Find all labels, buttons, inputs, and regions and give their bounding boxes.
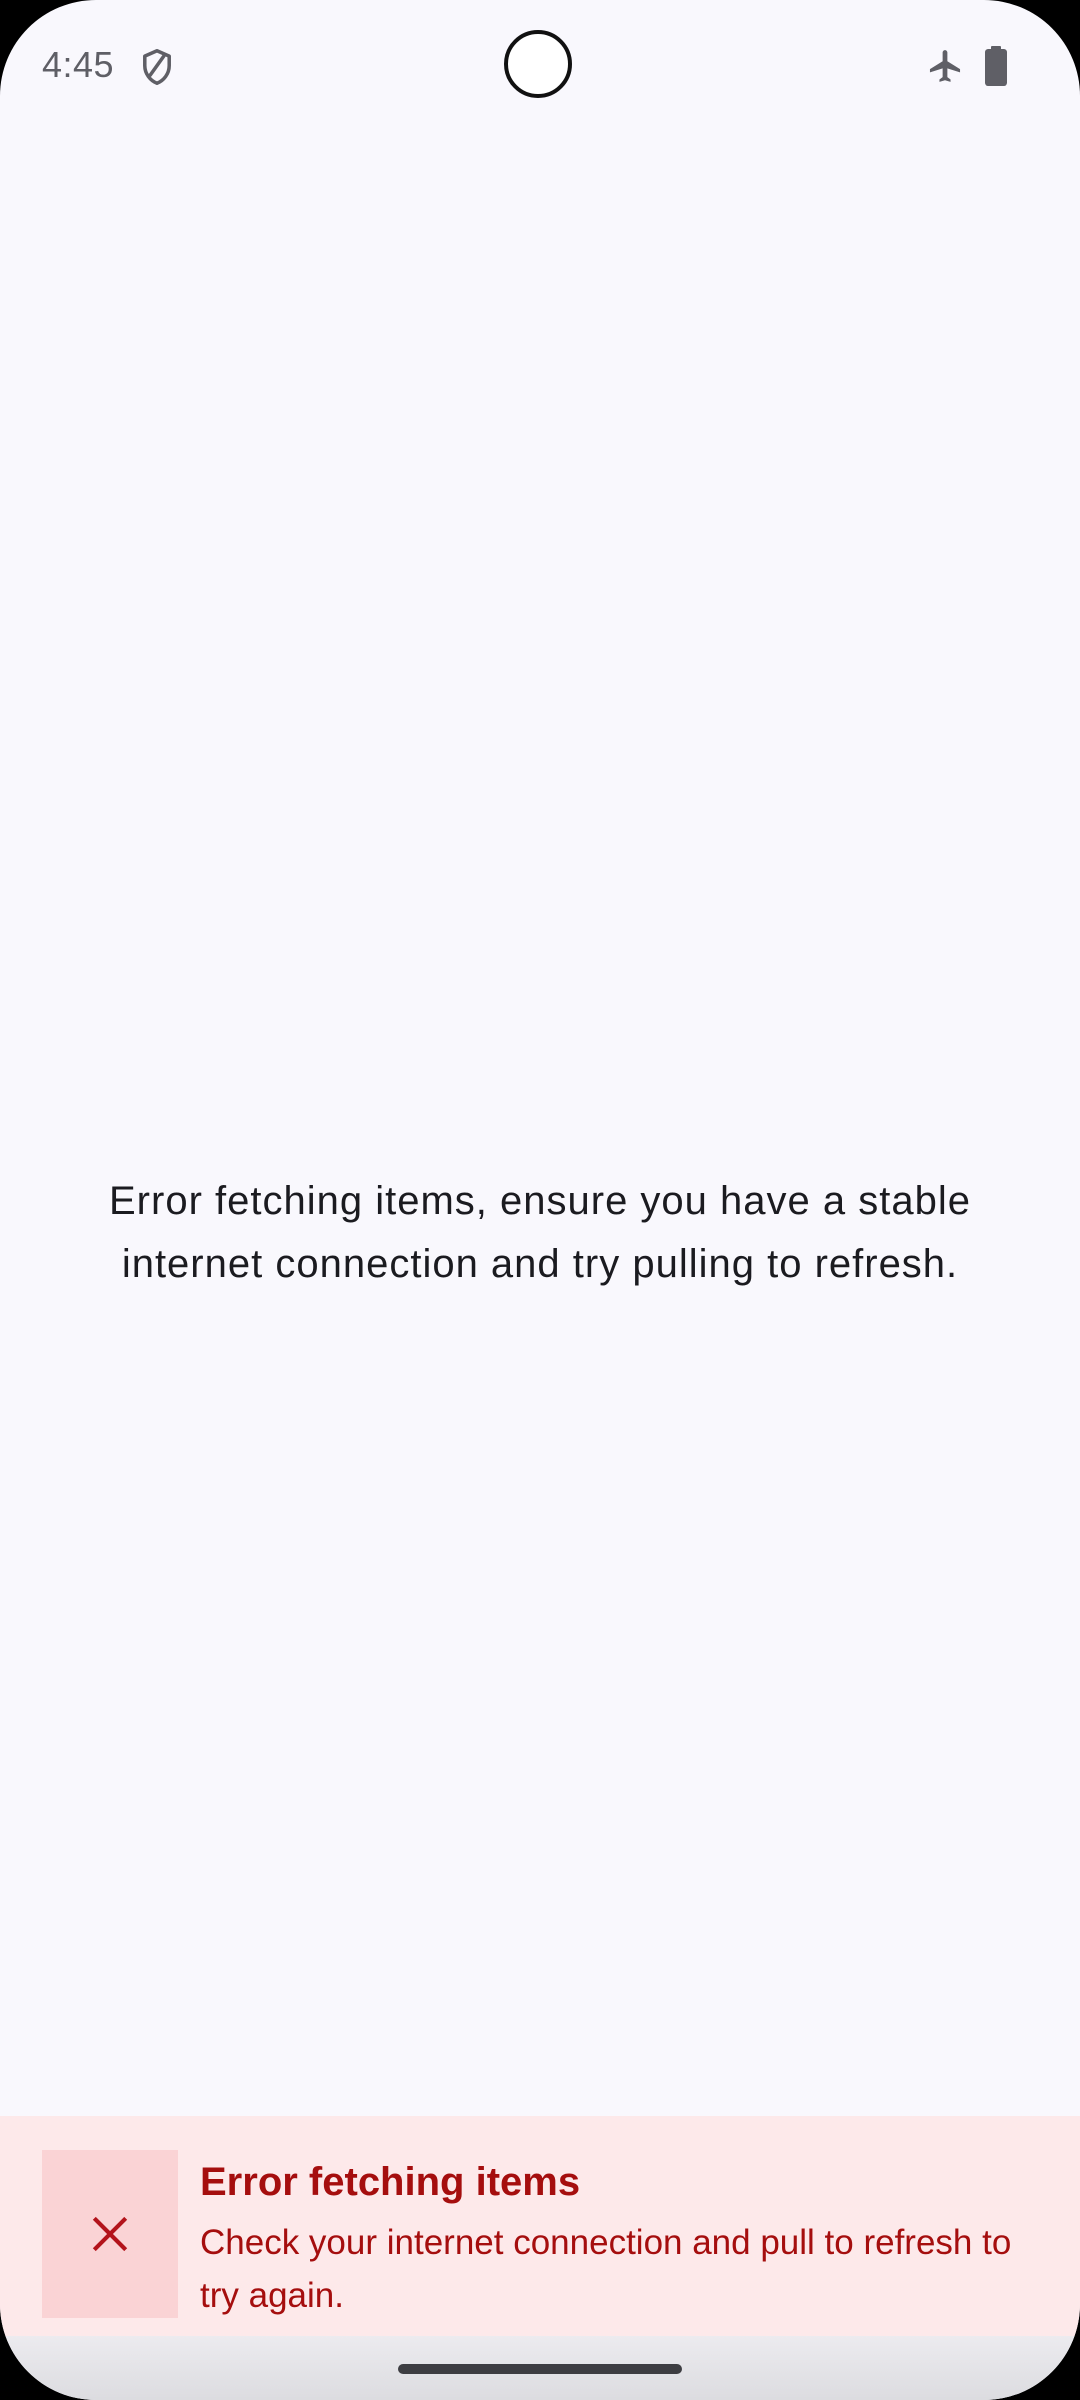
error-toast: Error fetching items Check your internet… (0, 2116, 1080, 2336)
camera-cutout (504, 30, 572, 98)
navigation-bar (0, 2336, 1080, 2400)
error-message: Error fetching items, ensure you have a … (60, 1170, 1020, 1296)
status-bar: 4:45 (0, 0, 1080, 132)
error-message-line-2: internet connection and try pulling to r… (121, 1242, 959, 1286)
status-time: 4:45 (42, 44, 115, 85)
shield-icon (143, 48, 171, 86)
airplane-icon (929, 50, 961, 82)
toast-title: Error fetching items (200, 2160, 581, 2204)
phone-screen: 4:45 Error fetching items, ensure you ha… (0, 0, 1080, 2400)
close-icon (92, 2216, 128, 2252)
error-message-line-1: Error fetching items, ensure you have a … (109, 1179, 971, 1223)
toast-close-button[interactable] (42, 2150, 178, 2318)
battery-icon (985, 46, 1007, 86)
toast-body: Check your internet connection and pull … (200, 2223, 1012, 2315)
home-indicator[interactable] (398, 2364, 682, 2374)
